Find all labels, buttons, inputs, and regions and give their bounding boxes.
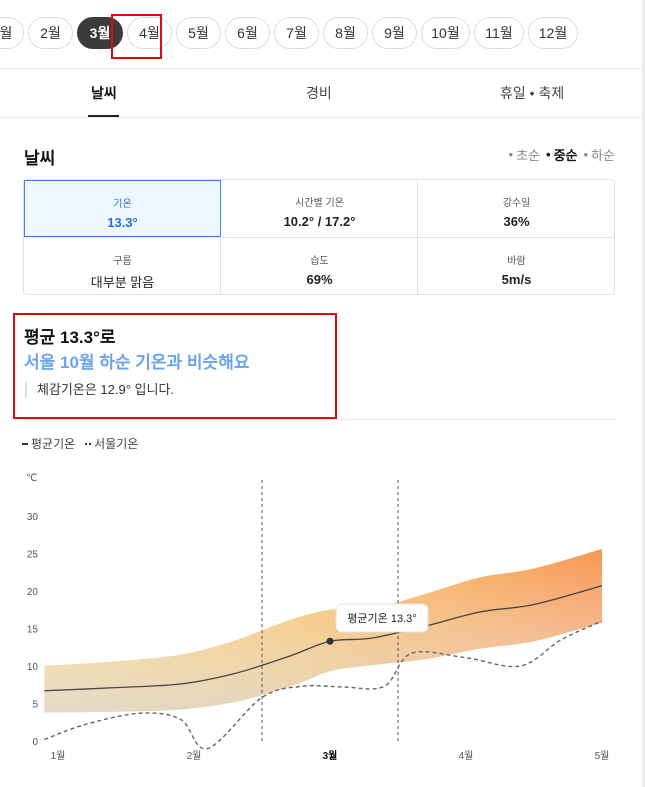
y-tick-label: 10 — [27, 662, 39, 673]
x-tick-label: 1월 — [51, 750, 66, 762]
y-unit-label: ℃ — [26, 473, 37, 484]
y-tick-label: 25 — [27, 550, 39, 561]
x-tick-label: 4월 — [459, 750, 474, 762]
y-tick-label: 0 — [32, 737, 38, 748]
y-tick-label: 15 — [27, 625, 39, 636]
x-tick-label: 3월 — [323, 750, 338, 762]
tooltip-text: 평균기온 13.3° — [347, 612, 416, 625]
y-tick-label: 30 — [27, 512, 39, 523]
x-tick-label: 5월 — [595, 750, 610, 762]
y-tick-label: 20 — [27, 587, 39, 598]
current-marker — [326, 637, 334, 645]
y-tick-label: 5 — [32, 700, 38, 711]
x-tick-label: 2월 — [187, 750, 202, 762]
temperature-chart: ℃ 0 5 10 15 20 25 30 1월 2월 3월 4월 5월 평균기온 13.3° — [26, 473, 610, 762]
temperature-range-band-fade — [44, 549, 602, 713]
